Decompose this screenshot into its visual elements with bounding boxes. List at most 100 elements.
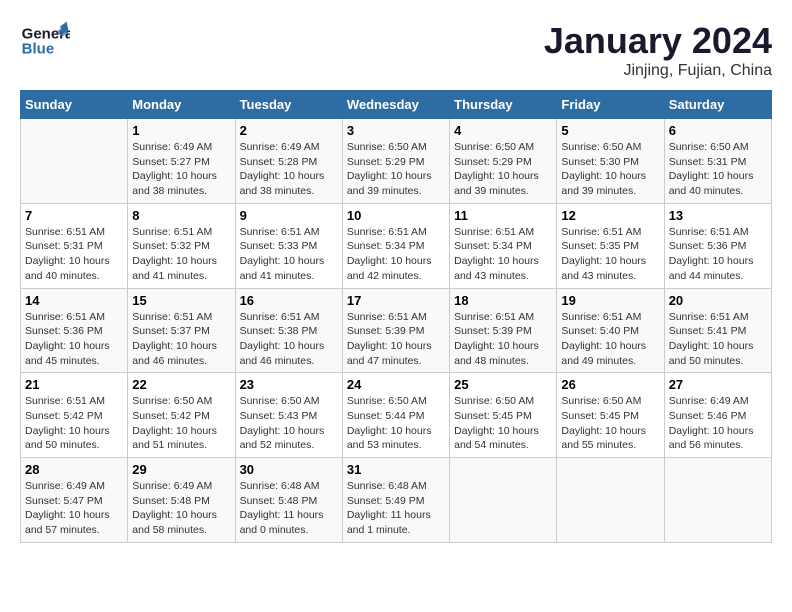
calendar-cell: 17 Sunrise: 6:51 AM Sunset: 5:39 PM Dayli… (342, 288, 449, 373)
week-row-1: 1 Sunrise: 6:49 AM Sunset: 5:27 PM Daylig… (21, 119, 772, 204)
day-number: 29 (132, 462, 230, 477)
day-number: 10 (347, 208, 445, 223)
calendar-cell: 1 Sunrise: 6:49 AM Sunset: 5:27 PM Daylig… (128, 119, 235, 204)
day-info: Sunrise: 6:51 AM Sunset: 5:34 PM Dayligh… (454, 225, 552, 284)
calendar-cell: 2 Sunrise: 6:49 AM Sunset: 5:28 PM Daylig… (235, 119, 342, 204)
day-info: Sunrise: 6:51 AM Sunset: 5:39 PM Dayligh… (454, 310, 552, 369)
day-info: Sunrise: 6:51 AM Sunset: 5:39 PM Dayligh… (347, 310, 445, 369)
logo: General Blue (20, 20, 70, 60)
calendar-cell: 31 Sunrise: 6:48 AM Sunset: 5:49 PM Dayli… (342, 458, 449, 543)
day-info: Sunrise: 6:51 AM Sunset: 5:40 PM Dayligh… (561, 310, 659, 369)
location: Jinjing, Fujian, China (544, 62, 772, 80)
calendar-cell: 7Sunrise: 6:51 AM Sunset: 5:31 PM Daylig… (21, 203, 128, 288)
header-day-sunday: Sunday (21, 91, 128, 119)
day-info: Sunrise: 6:51 AM Sunset: 5:38 PM Dayligh… (240, 310, 338, 369)
day-number: 7 (25, 208, 123, 223)
day-info: Sunrise: 6:51 AM Sunset: 5:36 PM Dayligh… (669, 225, 767, 284)
day-info: Sunrise: 6:50 AM Sunset: 5:31 PM Dayligh… (669, 140, 767, 199)
day-number: 28 (25, 462, 123, 477)
day-number: 2 (240, 123, 338, 138)
calendar-cell: 24 Sunrise: 6:50 AM Sunset: 5:44 PM Dayli… (342, 373, 449, 458)
day-info: Sunrise: 6:50 AM Sunset: 5:45 PM Dayligh… (561, 394, 659, 453)
calendar-cell: 10Sunrise: 6:51 AM Sunset: 5:34 PM Dayli… (342, 203, 449, 288)
calendar-cell: 16 Sunrise: 6:51 AM Sunset: 5:38 PM Dayli… (235, 288, 342, 373)
svg-text:Blue: Blue (22, 40, 55, 57)
header-day-saturday: Saturday (664, 91, 771, 119)
calendar-cell: 4 Sunrise: 6:50 AM Sunset: 5:29 PM Daylig… (450, 119, 557, 204)
day-info: Sunrise: 6:49 AM Sunset: 5:28 PM Dayligh… (240, 140, 338, 199)
day-number: 3 (347, 123, 445, 138)
day-info: Sunrise: 6:49 AM Sunset: 5:47 PM Dayligh… (25, 479, 123, 538)
day-info: Sunrise: 6:51 AM Sunset: 5:41 PM Dayligh… (669, 310, 767, 369)
calendar-header-row: SundayMondayTuesdayWednesdayThursdayFrid… (21, 91, 772, 119)
day-info: Sunrise: 6:50 AM Sunset: 5:29 PM Dayligh… (347, 140, 445, 199)
calendar-cell: 11Sunrise: 6:51 AM Sunset: 5:34 PM Dayli… (450, 203, 557, 288)
calendar-cell: 6 Sunrise: 6:50 AM Sunset: 5:31 PM Daylig… (664, 119, 771, 204)
day-number: 6 (669, 123, 767, 138)
week-row-2: 7Sunrise: 6:51 AM Sunset: 5:31 PM Daylig… (21, 203, 772, 288)
month-title: January 2024 (544, 20, 772, 62)
calendar-cell (21, 119, 128, 204)
day-number: 22 (132, 377, 230, 392)
day-info: Sunrise: 6:50 AM Sunset: 5:29 PM Dayligh… (454, 140, 552, 199)
day-info: Sunrise: 6:49 AM Sunset: 5:27 PM Dayligh… (132, 140, 230, 199)
calendar-cell: 18 Sunrise: 6:51 AM Sunset: 5:39 PM Dayli… (450, 288, 557, 373)
calendar-cell: 19 Sunrise: 6:51 AM Sunset: 5:40 PM Dayli… (557, 288, 664, 373)
calendar-cell: 23Sunrise: 6:50 AM Sunset: 5:43 PM Dayli… (235, 373, 342, 458)
calendar-cell: 22Sunrise: 6:50 AM Sunset: 5:42 PM Dayli… (128, 373, 235, 458)
day-number: 16 (240, 293, 338, 308)
day-number: 27 (669, 377, 767, 392)
day-number: 18 (454, 293, 552, 308)
calendar-cell (664, 458, 771, 543)
header-day-monday: Monday (128, 91, 235, 119)
day-number: 24 (347, 377, 445, 392)
day-number: 5 (561, 123, 659, 138)
day-number: 8 (132, 208, 230, 223)
day-info: Sunrise: 6:48 AM Sunset: 5:49 PM Dayligh… (347, 479, 445, 538)
calendar-cell (450, 458, 557, 543)
day-info: Sunrise: 6:49 AM Sunset: 5:48 PM Dayligh… (132, 479, 230, 538)
day-info: Sunrise: 6:50 AM Sunset: 5:30 PM Dayligh… (561, 140, 659, 199)
calendar-cell: 21 Sunrise: 6:51 AM Sunset: 5:42 PM Dayli… (21, 373, 128, 458)
day-number: 17 (347, 293, 445, 308)
calendar-cell: 13 Sunrise: 6:51 AM Sunset: 5:36 PM Dayli… (664, 203, 771, 288)
calendar-cell: 30Sunrise: 6:48 AM Sunset: 5:48 PM Dayli… (235, 458, 342, 543)
day-number: 31 (347, 462, 445, 477)
header-day-friday: Friday (557, 91, 664, 119)
calendar-cell: 3 Sunrise: 6:50 AM Sunset: 5:29 PM Daylig… (342, 119, 449, 204)
day-number: 9 (240, 208, 338, 223)
day-number: 21 (25, 377, 123, 392)
header-day-thursday: Thursday (450, 91, 557, 119)
day-number: 13 (669, 208, 767, 223)
day-number: 25 (454, 377, 552, 392)
day-info: Sunrise: 6:51 AM Sunset: 5:36 PM Dayligh… (25, 310, 123, 369)
day-number: 4 (454, 123, 552, 138)
week-row-4: 21 Sunrise: 6:51 AM Sunset: 5:42 PM Dayli… (21, 373, 772, 458)
day-number: 20 (669, 293, 767, 308)
calendar-cell: 15 Sunrise: 6:51 AM Sunset: 5:37 PM Dayli… (128, 288, 235, 373)
calendar-cell: 12 Sunrise: 6:51 AM Sunset: 5:35 PM Dayli… (557, 203, 664, 288)
day-number: 19 (561, 293, 659, 308)
day-info: Sunrise: 6:50 AM Sunset: 5:45 PM Dayligh… (454, 394, 552, 453)
page-header: General Blue January 2024 Jinjing, Fujia… (20, 20, 772, 80)
day-info: Sunrise: 6:51 AM Sunset: 5:42 PM Dayligh… (25, 394, 123, 453)
calendar-cell: 29 Sunrise: 6:49 AM Sunset: 5:48 PM Dayli… (128, 458, 235, 543)
day-info: Sunrise: 6:51 AM Sunset: 5:32 PM Dayligh… (132, 225, 230, 284)
day-number: 1 (132, 123, 230, 138)
day-info: Sunrise: 6:50 AM Sunset: 5:44 PM Dayligh… (347, 394, 445, 453)
day-info: Sunrise: 6:51 AM Sunset: 5:35 PM Dayligh… (561, 225, 659, 284)
calendar-cell: 28 Sunrise: 6:49 AM Sunset: 5:47 PM Dayli… (21, 458, 128, 543)
logo-icon: General Blue (20, 20, 70, 60)
calendar-table: SundayMondayTuesdayWednesdayThursdayFrid… (20, 90, 772, 543)
day-info: Sunrise: 6:51 AM Sunset: 5:37 PM Dayligh… (132, 310, 230, 369)
day-number: 26 (561, 377, 659, 392)
day-number: 12 (561, 208, 659, 223)
day-number: 14 (25, 293, 123, 308)
week-row-3: 14 Sunrise: 6:51 AM Sunset: 5:36 PM Dayli… (21, 288, 772, 373)
header-day-wednesday: Wednesday (342, 91, 449, 119)
calendar-cell: 5 Sunrise: 6:50 AM Sunset: 5:30 PM Daylig… (557, 119, 664, 204)
calendar-cell: 14 Sunrise: 6:51 AM Sunset: 5:36 PM Dayli… (21, 288, 128, 373)
day-number: 15 (132, 293, 230, 308)
week-row-5: 28 Sunrise: 6:49 AM Sunset: 5:47 PM Dayli… (21, 458, 772, 543)
calendar-cell (557, 458, 664, 543)
